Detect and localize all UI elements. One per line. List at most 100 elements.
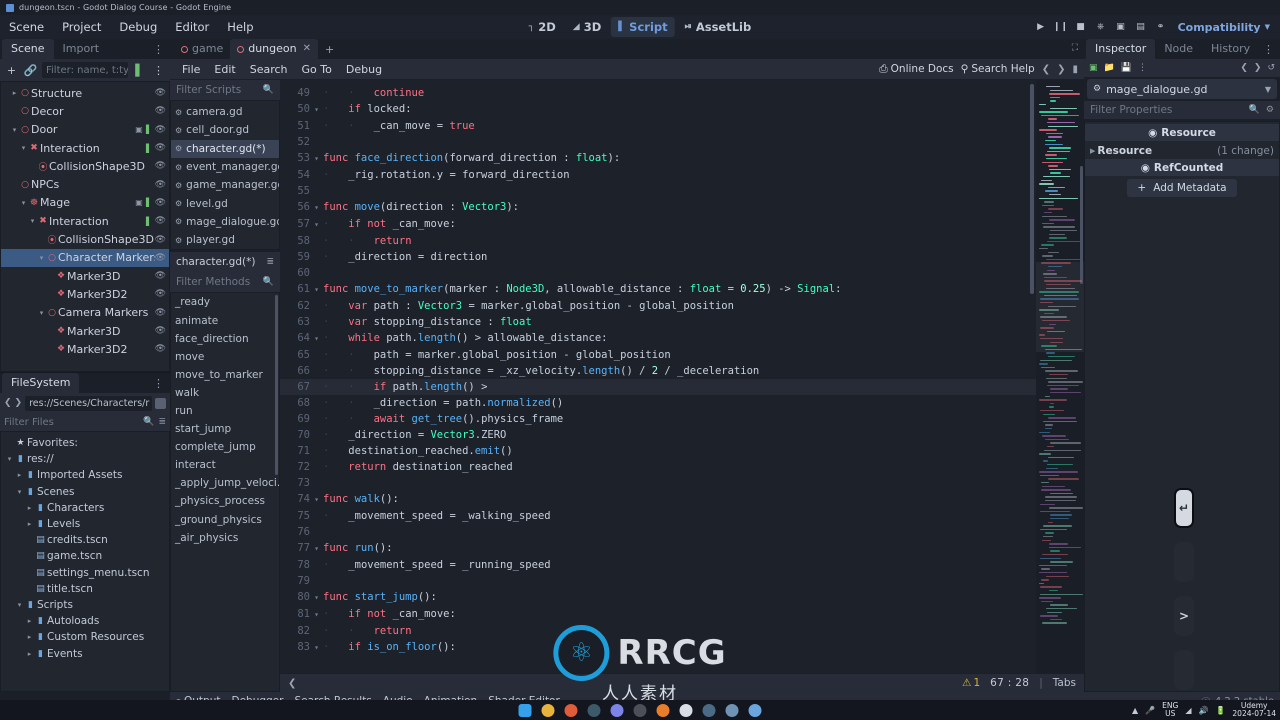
volume-icon[interactable]: 🔊 bbox=[1198, 706, 1208, 715]
menu-debug[interactable]: Debug bbox=[110, 17, 166, 37]
eye-icon[interactable]: 👁 bbox=[155, 106, 166, 116]
caret-position[interactable]: 67 : 28 bbox=[990, 677, 1029, 689]
chevron-up-icon[interactable]: ▲ bbox=[1132, 706, 1138, 715]
scene-tree-item[interactable]: ○ Decor 👁 bbox=[1, 102, 169, 120]
code-minimap[interactable] bbox=[1036, 80, 1084, 673]
code-line[interactable]: 64 ▾ · while path.length() > allowable_dis… bbox=[280, 330, 1036, 347]
code-fold-toggle[interactable]: ▾ bbox=[310, 640, 323, 656]
load-resource-icon[interactable]: 📁 bbox=[1104, 63, 1115, 73]
scripts-filter-input[interactable]: Filter Scripts 🔍 bbox=[170, 80, 280, 100]
code-editor[interactable]: 49 · · continue 50 ▾ · if locked: 51 · · _can_… bbox=[280, 80, 1084, 673]
file-explorer-icon[interactable] bbox=[541, 703, 555, 717]
chevron-left-icon[interactable]: ❮ bbox=[288, 678, 296, 689]
chevron-left-icon[interactable]: ❮ bbox=[1042, 64, 1050, 75]
vertical-dots-icon[interactable]: ⋮ bbox=[153, 43, 165, 56]
vertical-dots-icon[interactable]: ⋮ bbox=[1138, 63, 1147, 73]
property-filter-input[interactable]: Filter Properties 🔍 ⚙ bbox=[1084, 101, 1280, 119]
script-list[interactable]: ⚙ camera.gd ⚙ cell_door.gd ⚙ character.gd(*) ⚙… bbox=[170, 100, 280, 251]
camera-override-icon[interactable]: ⚭ bbox=[1152, 18, 1170, 36]
method-list-item[interactable]: start_jump bbox=[171, 420, 279, 438]
mode-3d-button[interactable]: ◢ 3D bbox=[566, 17, 608, 37]
tree-expand-arrow[interactable]: ▾ bbox=[10, 126, 19, 134]
method-list[interactable]: _ready animate face_direction move move_to_m… bbox=[170, 292, 280, 692]
code-fold-toggle[interactable]: ▾ bbox=[310, 492, 323, 508]
chevron-right-icon[interactable]: ❯ bbox=[1057, 64, 1065, 75]
firefox-icon[interactable] bbox=[564, 703, 578, 717]
tree-expand-arrow[interactable]: ▸ bbox=[25, 650, 34, 658]
code-line[interactable]: 58 · · return bbox=[280, 233, 1036, 249]
stop-icon[interactable]: ■ bbox=[1072, 18, 1090, 36]
code-line[interactable]: 71 · destination_reached.emit() bbox=[280, 443, 1036, 459]
notes-icon[interactable] bbox=[748, 703, 762, 717]
chevron-right-icon[interactable]: ❯ bbox=[1254, 63, 1262, 73]
windows-start-icon[interactable] bbox=[518, 703, 532, 717]
filesystem-item[interactable]: ▤ settings_menu.tscn bbox=[1, 565, 169, 581]
script-list-item[interactable]: ⚙ character.gd(*) bbox=[171, 139, 279, 158]
eye-icon[interactable]: 👁 bbox=[155, 216, 166, 226]
eye-icon[interactable]: 👁 bbox=[155, 289, 166, 299]
tab-scene[interactable]: Scene bbox=[2, 39, 54, 59]
warning-indicator[interactable]: ⚠ 1 bbox=[962, 677, 980, 689]
eye-icon[interactable]: 👁 bbox=[155, 161, 166, 171]
scene-tree-item[interactable]: ⦿ CollisionShape3D 👁 bbox=[1, 157, 169, 175]
code-fold-toggle[interactable]: ▾ bbox=[310, 331, 323, 347]
attach-script-icon[interactable]: ▌ bbox=[145, 144, 154, 153]
scene-tree[interactable]: ▸ ○ Structure 👁 ○ Decor 👁 ▾ ○ Door ▣ ▌ 👁 ▾ ✖ Interactio… bbox=[0, 81, 170, 372]
filesystem-item[interactable]: ▤ title.tscn bbox=[1, 581, 169, 597]
menu-editor[interactable]: Editor bbox=[166, 17, 218, 37]
filesystem-tree[interactable]: ★ Favorites: ▾ ▮ res://▸ ▮ Imported Assets ▾ ▮ Sc… bbox=[0, 431, 170, 692]
eye-icon[interactable]: 👁 bbox=[155, 180, 166, 190]
code-line[interactable]: 66 · · stopping_distance = _xz_velocity.l… bbox=[280, 363, 1036, 379]
method-list-item[interactable]: _ready bbox=[171, 293, 279, 311]
code-line[interactable]: 76 bbox=[280, 524, 1036, 540]
scene-tree-item[interactable]: ▾ ○ Character Markers 👁 bbox=[1, 248, 169, 267]
code-line[interactable]: 50 ▾ · if locked: bbox=[280, 101, 1036, 118]
animation-icon[interactable]: ▣ bbox=[135, 125, 144, 134]
split-mode-icon[interactable] bbox=[155, 397, 166, 409]
krita-icon[interactable] bbox=[679, 703, 693, 717]
eye-icon[interactable]: 👁 bbox=[155, 198, 166, 208]
code-line[interactable]: 81 ▾ · if not _can_move: bbox=[280, 606, 1036, 623]
script-list-item[interactable]: ⚙ event_manager.gd bbox=[171, 158, 279, 176]
tools-icon[interactable]: ⚙ bbox=[1266, 105, 1274, 115]
code-line[interactable]: 67 · · if path.length() > bbox=[280, 379, 1036, 395]
code-line[interactable]: 61 ▾ func move_to_marker(marker : Node3D, … bbox=[280, 281, 1036, 298]
method-list-item[interactable]: _air_physics bbox=[171, 529, 279, 547]
battery-icon[interactable]: 🔋 bbox=[1215, 706, 1225, 715]
code-line[interactable]: 74 ▾ func walk(): bbox=[280, 491, 1036, 508]
tree-expand-arrow[interactable]: ▸ bbox=[10, 89, 19, 97]
tree-expand-arrow[interactable]: ▾ bbox=[19, 199, 28, 207]
code-line[interactable]: 68 · · _direction = path.normalized() bbox=[280, 395, 1036, 411]
microphone-icon[interactable]: 🎤 bbox=[1145, 706, 1155, 715]
code-fold-toggle[interactable]: ▾ bbox=[310, 200, 323, 216]
eye-icon[interactable]: 👁 bbox=[155, 253, 166, 263]
filesystem-item[interactable]: ▸ ▮ Characters bbox=[1, 500, 169, 516]
scene-tree-item[interactable]: ⦿ CollisionShape3D 👁 bbox=[1, 230, 169, 248]
chevron-left-icon[interactable]: ❮ bbox=[4, 398, 12, 408]
tree-expand-arrow[interactable]: ▾ bbox=[15, 601, 24, 609]
sort-icon[interactable]: ≣ bbox=[266, 257, 274, 267]
section-header-refcounted[interactable]: ◉ RefCounted bbox=[1085, 159, 1279, 176]
methods-filter-input[interactable]: Filter Methods 🔍 bbox=[170, 272, 280, 293]
expand-icon[interactable]: ⛶ bbox=[1072, 43, 1078, 53]
chevron-down-icon[interactable]: ▼ bbox=[1265, 85, 1271, 94]
method-list-item[interactable]: complete_jump bbox=[171, 438, 279, 456]
instantiate-icon[interactable]: 🔗 bbox=[23, 63, 38, 78]
scene-tab-game[interactable]: game bbox=[174, 39, 230, 59]
attach-script-icon[interactable]: ▌ bbox=[145, 198, 154, 207]
code-line[interactable]: 52 bbox=[280, 134, 1036, 150]
method-list-item[interactable]: interact bbox=[171, 456, 279, 474]
code-line[interactable]: 80 ▾ func start_jump(): bbox=[280, 589, 1036, 606]
wifi-icon[interactable]: ◢ bbox=[1185, 706, 1191, 715]
filesystem-item[interactable]: ▾ ▮ Scripts bbox=[1, 597, 169, 613]
filesystem-item[interactable]: ▸ ▮ Events bbox=[1, 645, 169, 661]
filesystem-item[interactable]: ▤ game.tscn bbox=[1, 548, 169, 564]
tree-expand-arrow[interactable]: ▾ bbox=[5, 455, 14, 463]
tree-expand-arrow[interactable]: ▸ bbox=[25, 633, 34, 641]
language-indicator[interactable]: ENG US bbox=[1162, 702, 1178, 718]
panel-icon[interactable]: ▮ bbox=[1072, 64, 1078, 75]
scene-tree-item[interactable]: ▾ ✖ Interaction ▌ 👁 bbox=[1, 139, 169, 157]
code-line[interactable]: 57 ▾ · if not _can_move: bbox=[280, 216, 1036, 233]
code-line[interactable]: 65 · · path = marker.global_position - gl… bbox=[280, 347, 1036, 363]
code-line[interactable]: 62 · var path : Vector3 = marker.global_p… bbox=[280, 298, 1036, 314]
